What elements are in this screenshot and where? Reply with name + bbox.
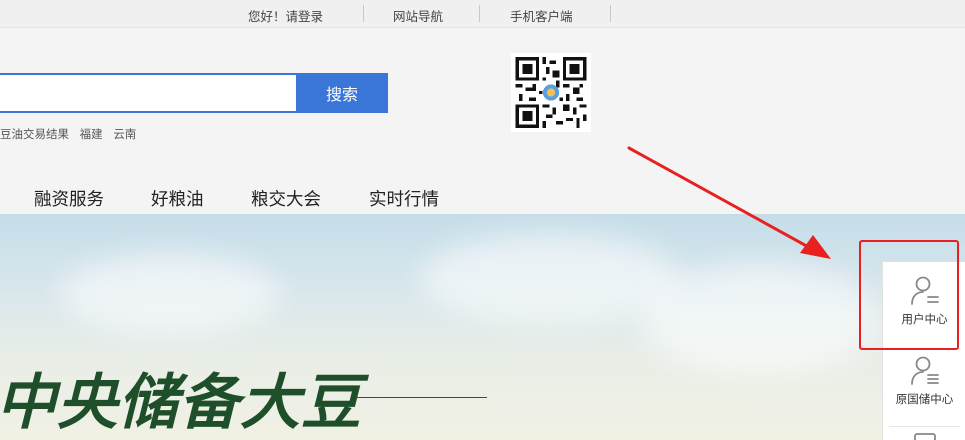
document-icon (913, 433, 936, 440)
cloud-decoration (640, 264, 880, 374)
search-button[interactable]: 搜索 (296, 73, 388, 113)
side-item-label: 用户中心 (901, 312, 948, 326)
hotword-link[interactable]: 云南 (113, 127, 136, 141)
hotword-link[interactable]: 福建 (80, 127, 103, 141)
hero-banner[interactable]: 中央储备大豆 (0, 214, 965, 440)
site-nav-link[interactable]: 网站导航 (393, 6, 443, 25)
former-reserve-center-button[interactable]: 原国储中心 (883, 354, 965, 407)
hotword-link[interactable]: 豆油交易结果 (0, 127, 69, 141)
hot-keywords: 豆油交易结果 福建 云南 (0, 126, 143, 142)
divider (889, 348, 960, 349)
mobile-client-link[interactable]: 手机客户端 (510, 6, 573, 25)
search-input[interactable] (0, 75, 298, 111)
nav-grain-fair[interactable]: 粮交大会 (251, 186, 321, 211)
user-center-button[interactable]: 用户中心 (883, 274, 965, 327)
cloud-decoration (60, 254, 280, 334)
divider (610, 5, 611, 22)
user-icon (910, 276, 939, 305)
top-bar: 您好！请登录 网站导航 手机客户端 (0, 0, 965, 28)
nav-good-grain-oil[interactable]: 好粮油 (151, 186, 204, 211)
user-list-icon (910, 356, 939, 385)
divider (889, 426, 960, 427)
nav-realtime-quotes[interactable]: 实时行情 (369, 186, 439, 211)
divider (479, 5, 480, 22)
side-item-partial[interactable] (883, 432, 965, 440)
qr-code (511, 53, 591, 132)
login-link[interactable]: 您好！请登录 (248, 6, 323, 25)
banner-title: 中央储备大豆 (0, 368, 362, 438)
divider (363, 5, 364, 22)
nav-financing[interactable]: 融资服务 (34, 186, 104, 211)
qr-code-icon (515, 57, 587, 128)
side-item-label: 原国储中心 (895, 392, 954, 406)
side-panel: 用户中心 原国储中心 (882, 262, 965, 440)
banner-divider (356, 397, 487, 398)
search-box (0, 73, 298, 113)
